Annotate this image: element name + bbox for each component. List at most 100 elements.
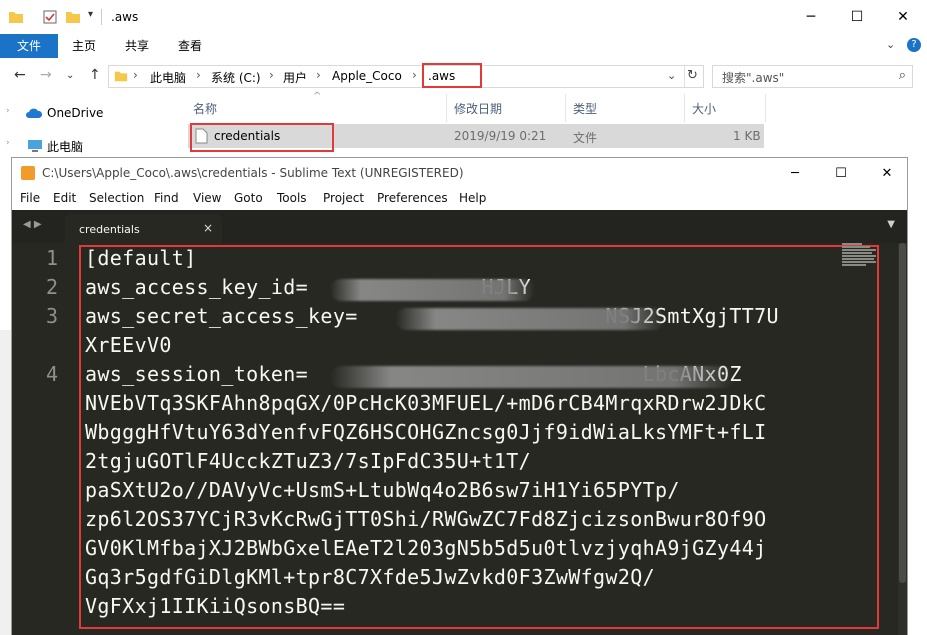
separator: [101, 9, 102, 25]
menu-help[interactable]: Help: [459, 191, 486, 205]
address-bar[interactable]: › 此电脑 › 系统 (C:) › 用户 › Apple_Coco › .aws…: [108, 63, 704, 88]
line-number: 3: [45, 304, 58, 328]
minimap-line: [842, 255, 876, 257]
tab-scroll-arrows-icon[interactable]: ◀ ▶: [23, 219, 42, 230]
background-strip: [908, 157, 927, 635]
sublime-logo-icon: [21, 166, 35, 180]
sublime-text-window: C:\Users\Apple_Coco\.aws\credentials - S…: [11, 157, 908, 635]
expand-chevron-icon[interactable]: ›: [6, 138, 10, 148]
back-arrow-icon[interactable]: ←: [14, 67, 26, 83]
breadcrumb-separator: ›: [196, 68, 201, 82]
recent-locations-icon[interactable]: ⌄: [66, 70, 74, 81]
sublime-window-title: C:\Users\Apple_Coco\.aws\credentials - S…: [42, 166, 464, 180]
window-title: .aws: [111, 10, 139, 24]
minimap-line: [842, 243, 862, 245]
folder-icon: [9, 12, 23, 23]
minimap-line: [842, 252, 872, 254]
forward-arrow-icon[interactable]: →: [40, 67, 52, 83]
background-strip: [0, 330, 11, 635]
minimap[interactable]: [842, 243, 878, 271]
menu-view[interactable]: View: [193, 191, 221, 205]
tab-bar: ◀ ▶ credentials × ▼: [12, 210, 907, 243]
menu-find[interactable]: Find: [154, 191, 179, 205]
tab-view[interactable]: 查看: [168, 34, 212, 58]
properties-icon[interactable]: [42, 9, 58, 25]
code-editor[interactable]: 1 2 3 4 [default] aws_access_key_id= HJL…: [12, 243, 907, 635]
sort-arrow-icon: ^: [313, 91, 322, 102]
credentials-content-highlight: [79, 245, 879, 629]
column-divider: [446, 94, 447, 122]
line-number: 1: [45, 246, 58, 270]
expand-ribbon-icon[interactable]: ⌄: [886, 38, 895, 51]
editor-scrollbar[interactable]: [898, 243, 907, 635]
minimize-button[interactable]: ─: [788, 0, 834, 34]
close-button[interactable]: ✕: [880, 0, 926, 34]
computer-icon: [28, 140, 42, 152]
menu-bar: File Edit Selection Find View Goto Tools…: [12, 188, 907, 210]
tab-file[interactable]: 文件: [0, 34, 58, 58]
tab-close-icon[interactable]: ×: [203, 221, 213, 235]
sublime-titlebar: C:\Users\Apple_Coco\.aws\credentials - S…: [12, 158, 907, 188]
up-arrow-icon[interactable]: ↑: [89, 67, 101, 83]
minimap-line: [842, 249, 876, 251]
help-icon[interactable]: ?: [907, 38, 921, 52]
line-number: 4: [45, 362, 58, 386]
breadcrumb-separator: ›: [412, 68, 417, 82]
menu-file[interactable]: File: [20, 191, 40, 205]
address-row: ← → ⌄ ↑ › 此电脑 › 系统 (C:) › 用户 › Apple_Coc…: [0, 58, 927, 94]
tab-credentials[interactable]: credentials ×: [65, 214, 222, 243]
menu-goto[interactable]: Goto: [234, 191, 263, 205]
minimap-line: [842, 264, 866, 266]
breadcrumb-this-pc[interactable]: 此电脑: [150, 69, 186, 86]
maximize-button[interactable]: ☐: [818, 158, 864, 188]
column-header-type[interactable]: 类型: [573, 100, 597, 117]
folder-icon: [114, 71, 128, 82]
separator: [684, 66, 685, 87]
line-number: 2: [45, 275, 58, 299]
search-placeholder: 搜索".aws": [722, 71, 785, 85]
nav-item-onedrive[interactable]: › OneDrive: [0, 102, 160, 126]
minimap-line: [842, 246, 870, 248]
scrollbar-thumb[interactable]: [899, 243, 906, 583]
tab-list-dropdown-icon[interactable]: ▼: [887, 219, 895, 230]
column-divider: [765, 94, 766, 122]
column-header-size[interactable]: 大小: [692, 100, 716, 117]
menu-preferences[interactable]: Preferences: [377, 191, 448, 205]
onedrive-cloud-icon: [26, 108, 43, 118]
column-divider: [684, 94, 685, 122]
address-dropdown-icon[interactable]: ⌄: [667, 69, 676, 82]
column-header-name[interactable]: 名称: [193, 100, 217, 117]
nav-label-onedrive: OneDrive: [47, 106, 104, 120]
nav-label-this-pc: 此电脑: [47, 140, 84, 154]
ribbon-tabs: 文件 主页 共享 查看 ⌄ ?: [0, 34, 927, 58]
tab-label: credentials: [79, 223, 140, 236]
file-modified: 2019/9/19 0:21: [454, 129, 547, 143]
maximize-button[interactable]: ☐: [834, 0, 880, 34]
credentials-file-highlight: [190, 123, 334, 152]
menu-project[interactable]: Project: [323, 191, 364, 205]
menu-edit[interactable]: Edit: [53, 191, 76, 205]
refresh-icon[interactable]: ↻: [687, 68, 698, 83]
search-icon: ⌕: [898, 68, 906, 83]
breadcrumb-separator: ›: [133, 68, 138, 82]
breadcrumb-users[interactable]: 用户: [283, 69, 307, 86]
nav-item-this-pc[interactable]: › 此电脑: [0, 134, 160, 158]
expand-chevron-icon[interactable]: ›: [6, 106, 10, 116]
minimize-button[interactable]: ─: [772, 158, 818, 188]
file-size: 1 KB: [733, 129, 761, 143]
breadcrumb-separator: ›: [316, 68, 321, 82]
tab-home[interactable]: 主页: [62, 34, 106, 58]
menu-selection[interactable]: Selection: [89, 191, 144, 205]
tab-share[interactable]: 共享: [115, 34, 159, 58]
menu-tools[interactable]: Tools: [277, 191, 307, 205]
minimap-line: [842, 261, 876, 263]
aws-folder-highlight: [422, 63, 482, 88]
desktop-screenshot: ▾ .aws ─ ☐ ✕ 文件 主页 共享 查看 ⌄ ? ← → ⌄ ↑ › 此…: [0, 0, 927, 635]
close-button[interactable]: ✕: [864, 158, 910, 188]
breadcrumb-apple-coco[interactable]: Apple_Coco: [332, 69, 402, 83]
search-input[interactable]: 搜索".aws" ⌕: [712, 65, 913, 88]
new-folder-icon[interactable]: [65, 9, 81, 25]
file-type: 文件: [573, 131, 598, 145]
breadcrumb-drive-c[interactable]: 系统 (C:): [211, 69, 261, 86]
column-header-modified[interactable]: 修改日期: [454, 100, 502, 117]
